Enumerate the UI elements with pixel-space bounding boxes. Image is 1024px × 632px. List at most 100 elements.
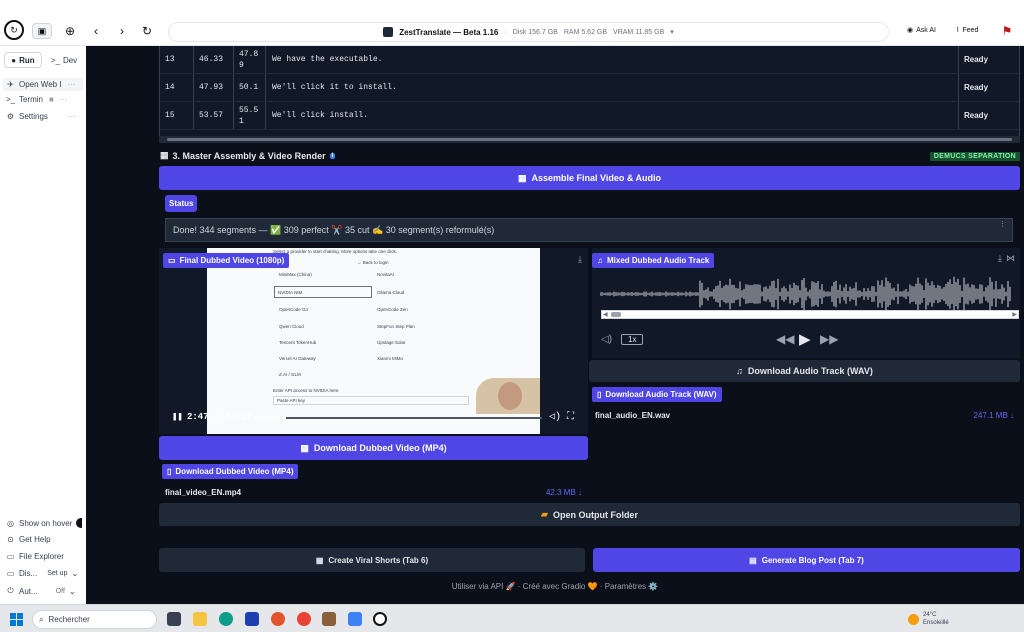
footer-api-link[interactable]: Utiliser via API 🚀 (452, 582, 516, 591)
sidebar-toggle-icon[interactable]: ▣ (32, 23, 52, 39)
audio-file-row[interactable]: final_audio_EN.wav 247.1 MB ↓ (589, 407, 1020, 423)
sidebar-item-file-explorer[interactable]: ▭ File Explorer (6, 552, 64, 561)
rewind-icon[interactable]: ◀◀ (776, 332, 794, 346)
playback-speed[interactable]: 1x (621, 334, 644, 345)
weather-widget[interactable]: 24°C Ensoleillé (908, 611, 949, 627)
windows-start-icon[interactable] (10, 613, 23, 626)
download-audio-button[interactable]: ♫ Download Audio Track (WAV) (589, 360, 1020, 382)
table-horizontal-scrollbar[interactable] (159, 136, 1020, 143)
toggle-switch[interactable] (76, 518, 83, 528)
stop-icon[interactable]: ■ (49, 95, 54, 104)
section-title-text: 3. Master Assembly & Video Render (172, 150, 326, 161)
video-progress-bar[interactable] (254, 417, 542, 419)
frame-option: OpenCode Zen (377, 307, 408, 312)
reload-icon[interactable]: ↻ (139, 23, 155, 39)
cell-end: 47.8 9 (234, 46, 266, 73)
ask-ai-button[interactable]: ◉ Ask AI (907, 26, 936, 35)
file-explorer-icon[interactable] (193, 612, 207, 626)
notepad-icon[interactable] (348, 612, 362, 626)
audio-filename[interactable]: final_audio_EN.wav (595, 411, 670, 420)
sidebar-item-settings[interactable]: ⚙ Settings ··· (6, 112, 76, 121)
scroll-left-icon[interactable]: ◀ (603, 311, 608, 318)
generate-blog-post-button[interactable]: ▤ Generate Blog Post (Tab 7) (593, 548, 1020, 572)
video-label: ▭ Final Dubbed Video (1080p) (163, 253, 290, 268)
download-icon[interactable]: ⤓ (998, 253, 1002, 264)
more-icon[interactable]: ··· (68, 112, 76, 121)
download-icon[interactable]: ⤓ (578, 254, 582, 265)
pinokio-icon[interactable] (373, 612, 387, 626)
app-logo-icon[interactable]: ↻ (4, 20, 24, 40)
open-output-folder-button[interactable]: ▰ Open Output Folder (159, 503, 1020, 526)
chevron-down-icon[interactable]: ⌄ (69, 587, 76, 596)
page-title: ZestTranslate — Beta 1.16 (399, 27, 499, 37)
table-row[interactable]: 14 47.93 50.1 We'll click it to install.… (160, 74, 1021, 102)
create-viral-shorts-button[interactable]: ▦ Create Viral Shorts (Tab 6) (159, 548, 585, 572)
music-icon: ♫ (597, 256, 603, 265)
download-video-button[interactable]: ▦ Download Dubbed Video (MP4) (159, 436, 588, 460)
back-icon[interactable]: ‹ (88, 23, 104, 39)
share-icon[interactable]: ⋈ (1006, 253, 1015, 264)
folder-icon: ▰ (541, 509, 548, 519)
sidebar: ● Run >_ Dev ✈ Open Web I ··· >_ Termin ■ ··· ⚙… (0, 46, 86, 604)
feed-button[interactable]: ⌇ Feed (956, 26, 978, 35)
photos-icon[interactable] (322, 612, 336, 626)
textbox-scroll-icon[interactable]: ⋮ (999, 221, 1006, 228)
more-icon[interactable]: ··· (60, 95, 68, 104)
scrollbar-thumb[interactable] (611, 312, 621, 317)
weather-condition: Ensoleillé (923, 620, 949, 626)
tab-label: Dev (62, 55, 78, 65)
sidebar-item-terminal[interactable]: >_ Termin ■ ··· (6, 95, 68, 104)
sidebar-item-autostart[interactable]: ⏻ Aut... Off ⌄ (6, 586, 76, 596)
play-icon[interactable]: ▶ (799, 330, 811, 348)
edge-icon[interactable] (219, 612, 233, 626)
globe-icon[interactable]: ⊕ (62, 23, 78, 39)
sidebar-item-open-web[interactable]: ✈ Open Web I ··· (3, 78, 83, 91)
assemble-button[interactable]: ▦ Assemble Final Video & Audio (159, 166, 1020, 190)
tab-dev[interactable]: >_ Dev (46, 52, 82, 68)
progress-fill (254, 417, 286, 419)
video-frame: ← Back to login Select a provider to sta… (207, 248, 540, 434)
pause-icon[interactable]: ❚❚ (172, 412, 183, 422)
start-tile (17, 613, 23, 619)
sidebar-item-get-help[interactable]: ⊙ Get Help (6, 535, 50, 544)
status-textbox[interactable]: Done! 344 segments — ✅ 309 perfect ✂️ 35… (165, 218, 1013, 242)
show-on-hover-toggle[interactable]: ◎ Show on hover (6, 518, 83, 528)
fast-forward-icon[interactable]: ▶▶ (820, 332, 838, 346)
scroll-right-icon[interactable]: ▶ (1012, 311, 1017, 318)
frame-api-label: Enter API access to NVIDIA here (273, 388, 339, 393)
scrollbar-thumb[interactable] (167, 138, 1012, 141)
video-file-row[interactable]: final_video_EN.mp4 42.3 MB ↓ (159, 484, 588, 500)
search-placeholder: Rechercher (48, 615, 90, 624)
address-bar[interactable]: ZestTranslate — Beta 1.16 · Disk 156.7 G… (168, 22, 889, 42)
sidebar-item-display[interactable]: ▭ Dis... Set up ⌄ (6, 569, 78, 578)
footer-gradio-link[interactable]: Créé avec Gradio 🧡 (523, 582, 598, 591)
store-icon[interactable] (245, 612, 259, 626)
cell-text[interactable]: We'll click it to install. (266, 74, 959, 101)
audio-player[interactable]: ♫ Mixed Dubbed Audio Track ⤓ ⋈ ◀ ▶ ◁) 1x … (592, 248, 1020, 358)
chrome-icon[interactable] (297, 612, 311, 626)
footer-settings-link[interactable]: Paramètres ⚙️ (605, 582, 659, 591)
frame-option: Tencent TokenHub (279, 340, 317, 345)
volume-icon[interactable]: ◁) (549, 411, 561, 423)
cell-text[interactable]: We have the executable. (266, 46, 959, 73)
video-filename[interactable]: final_video_EN.mp4 (165, 488, 241, 497)
firefox-icon[interactable] (271, 612, 285, 626)
table-row[interactable]: 15 53.57 55.5 1 We'll click install. Rea… (160, 102, 1021, 130)
chevron-down-icon[interactable]: ⌄ (71, 569, 78, 578)
video-player[interactable]: ← Back to login Select a provider to sta… (159, 248, 588, 434)
more-icon[interactable]: ··· (68, 80, 76, 89)
fullscreen-icon[interactable]: ⛶ (567, 411, 574, 423)
gear-icon: ⚙ (6, 112, 15, 121)
tab-run[interactable]: ● Run (4, 52, 42, 68)
cell-text[interactable]: We'll click install. (266, 102, 959, 129)
info-icon[interactable]: i (329, 152, 336, 159)
taskbar-search[interactable]: ⌕ Rechercher (32, 610, 157, 629)
forward-icon[interactable]: › (114, 23, 130, 39)
volume-icon[interactable]: ◁) (601, 334, 612, 345)
runner-icon[interactable]: ⚑ (999, 23, 1015, 39)
waveform-scrollbar[interactable]: ◀ ▶ (601, 310, 1019, 319)
button-label: Download Dubbed Video (MP4) (313, 443, 447, 453)
table-row[interactable]: 13 46.33 47.8 9 We have the executable. … (160, 46, 1021, 74)
task-view-icon[interactable] (167, 612, 181, 626)
chevron-down-icon[interactable]: ▾ (670, 28, 674, 36)
